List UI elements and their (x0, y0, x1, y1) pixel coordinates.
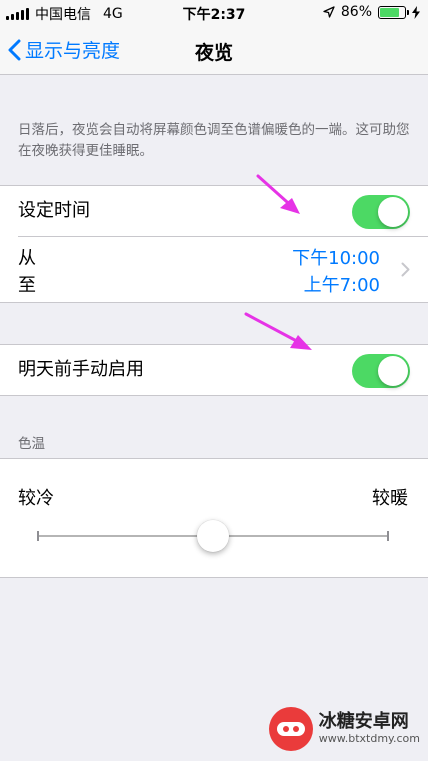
scheduled-toggle[interactable] (352, 195, 410, 229)
watermark-sub-text: www.btxtdmy.com (318, 732, 420, 745)
charging-bolt-icon (412, 5, 420, 19)
battery-fill (380, 7, 399, 17)
night-shift-description: 日落后，夜览会自动将屏幕颜色调至色谱偏暖色的一端。这可助您在夜晚获得更佳睡眠。 (18, 122, 410, 159)
annotation-arrow-icon (244, 312, 312, 350)
location-arrow-icon (323, 6, 335, 18)
color-temp-slider-thumb[interactable] (197, 520, 229, 552)
toggle-knob (378, 356, 408, 386)
status-bar: 中国电信 4G 下午2:37 86% (0, 0, 428, 26)
scheduled-label: 设定时间 (18, 200, 90, 221)
manual-enable-row: 明天前手动启用 (0, 345, 428, 395)
battery-cap (407, 9, 409, 15)
page-title: 夜览 (194, 42, 233, 64)
manual-enable-label: 明天前手动启用 (18, 359, 144, 380)
annotation-arrow-icon (256, 174, 300, 214)
more-warm-label: 较暖 (372, 488, 408, 509)
schedule-time-row[interactable]: 从 至 下午10:00 上午7:00 (0, 236, 428, 302)
slider-min-tick (37, 531, 39, 541)
watermark: 冰糖安卓网 www.btxtdmy.com (268, 707, 420, 751)
slider-max-tick (387, 531, 389, 541)
manual-enable-toggle[interactable] (352, 354, 410, 388)
scheduled-row: 设定时间 (0, 186, 428, 236)
to-time-value: 上午7:00 (303, 275, 380, 296)
from-time-value: 下午10:00 (292, 248, 380, 269)
toggle-knob (378, 197, 408, 227)
from-label: 从 (18, 248, 36, 269)
color-temp-section-header: 色温 (18, 436, 45, 452)
watermark-logo-icon (268, 707, 313, 751)
watermark-main-text: 冰糖安卓网 (318, 711, 409, 732)
manual-group: 明天前手动启用 (0, 344, 428, 396)
schedule-group: 设定时间 从 至 下午10:00 上午7:00 (0, 185, 428, 303)
less-warm-label: 较冷 (18, 488, 54, 509)
battery-percent: 86% (340, 4, 372, 20)
battery-icon (378, 5, 409, 19)
color-temp-group (0, 458, 428, 578)
to-label: 至 (18, 275, 36, 296)
navigation-bar: 显示与亮度 夜览 (0, 26, 428, 75)
watermark-text: 冰糖安卓网 www.btxtdmy.com (319, 712, 420, 746)
status-right: 86% (323, 4, 420, 20)
chevron-right-icon (401, 262, 410, 277)
